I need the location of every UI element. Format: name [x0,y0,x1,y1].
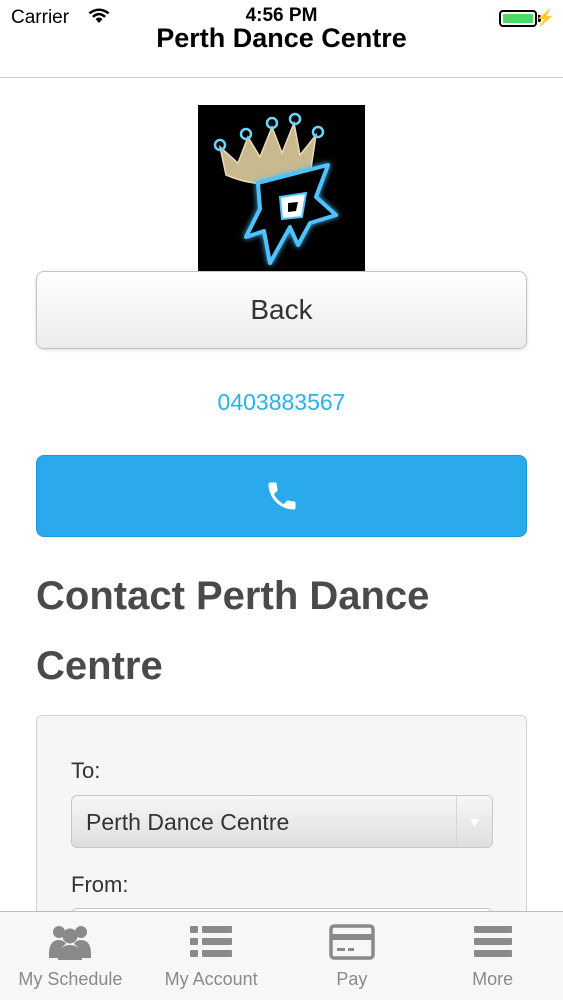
people-icon [49,926,92,960]
contact-form: To: Perth Dance Centre ▼ From: [36,715,527,911]
tab-label: More [472,969,514,989]
tab-bar: My Schedule My Account Pay More [0,911,563,1000]
tab-my-schedule[interactable]: My Schedule [0,912,141,1000]
tab-more[interactable]: More [422,912,563,1000]
list-icon [190,926,233,957]
tab-pay[interactable]: Pay [282,912,423,1000]
tab-my-account[interactable]: My Account [141,912,282,1000]
page-title: Perth Dance Centre [156,23,407,53]
tab-label: Pay [336,969,368,989]
back-button[interactable]: Back [36,271,527,349]
main-content[interactable]: Back 0403883567 Contact Perth Dance Cent… [0,79,563,911]
chevron-down-icon: ▼ [456,796,492,847]
navigation-bar: Carrier 4:56 PM ⚡ Perth Dance Centre [0,0,563,78]
call-button[interactable] [36,455,527,537]
to-label: To: [71,758,101,783]
contact-heading: Contact Perth Dance Centre [36,574,430,688]
credit-card-icon [329,924,375,960]
tab-label: My Schedule [18,969,123,989]
to-select[interactable]: Perth Dance Centre ▼ [71,795,493,848]
phone-icon [268,482,295,510]
menu-icon [473,926,512,957]
phone-number-link[interactable]: 0403883567 [0,389,563,416]
from-label: From: [71,872,129,897]
to-select-value: Perth Dance Centre [86,809,290,835]
tab-label: My Account [164,969,258,989]
crown-p-logo-icon [213,112,338,265]
studio-logo [198,105,365,272]
